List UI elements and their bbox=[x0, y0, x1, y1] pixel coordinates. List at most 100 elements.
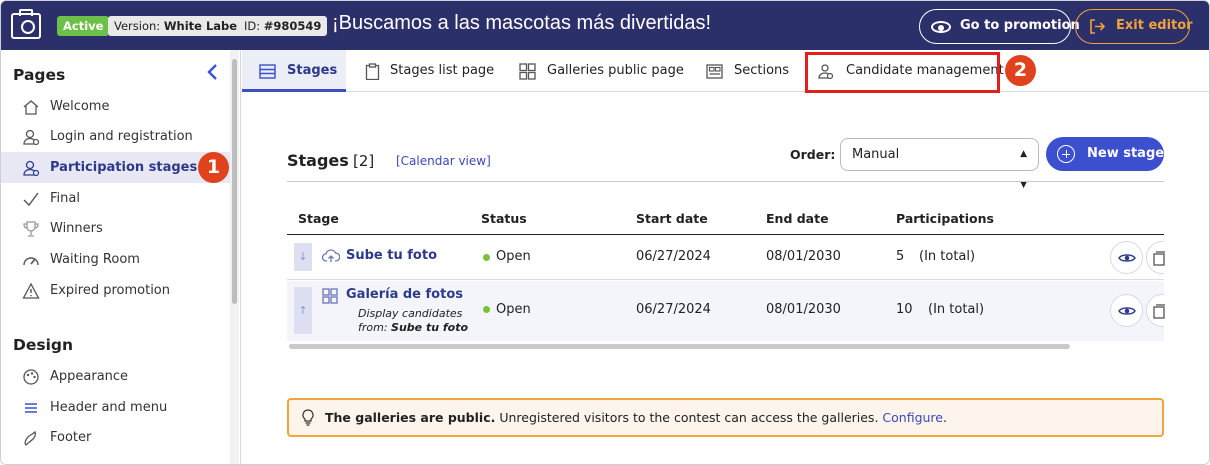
table-horizontal-scrollbar[interactable] bbox=[289, 344, 1070, 349]
status-text: Open bbox=[496, 302, 531, 317]
galleries-public-alert: The galleries are public. Unregistered v… bbox=[287, 398, 1164, 437]
sidebar-item-label: Winners bbox=[50, 221, 103, 236]
id-badge: ID: #980549 bbox=[238, 16, 328, 36]
go-to-promotion-label: Go to promotion bbox=[960, 18, 1080, 33]
participations-note: (In total) bbox=[928, 302, 985, 317]
status-dot bbox=[483, 254, 490, 261]
id-value: #980549 bbox=[263, 19, 322, 33]
tab-stages-list-page[interactable]: Stages list page bbox=[362, 50, 502, 92]
version-badge: Version: White Label bbox=[108, 16, 248, 36]
new-stage-button[interactable]: New stage bbox=[1046, 137, 1164, 171]
stage-name-link[interactable]: Sube tu foto bbox=[346, 248, 437, 263]
camera-icon[interactable] bbox=[11, 9, 41, 39]
sidebar-item-label: Expired promotion bbox=[50, 283, 170, 298]
sidebar-item-label: Final bbox=[50, 191, 80, 206]
list-icon bbox=[259, 64, 276, 79]
check-icon bbox=[23, 192, 39, 207]
calendar-view-link[interactable]: [Calendar view] bbox=[396, 154, 491, 168]
stage-source: from: Sube tu foto bbox=[358, 321, 468, 334]
duplicate-button[interactable] bbox=[1146, 294, 1165, 327]
tab-label: Galleries public page bbox=[547, 63, 684, 78]
stage-source-prefix: from: bbox=[358, 321, 392, 334]
preview-button[interactable] bbox=[1110, 294, 1143, 327]
copy-icon bbox=[1153, 251, 1165, 266]
end-date: 08/01/2030 bbox=[766, 249, 841, 264]
clipboard-icon bbox=[365, 63, 380, 80]
annotation-marker-1: 1 bbox=[198, 152, 229, 183]
annotation-marker-2: 2 bbox=[1005, 55, 1036, 86]
column-header-start-date: Start date bbox=[636, 211, 708, 226]
select-caret-icon: ▲ ▼ bbox=[1020, 149, 1027, 190]
tab-sections[interactable]: Sections bbox=[705, 50, 805, 92]
sidebar-item-appearance[interactable]: Appearance bbox=[1, 361, 230, 392]
sidebar-item-header-menu[interactable]: Header and menu bbox=[1, 392, 230, 423]
sidebar-item-winners[interactable]: Winners bbox=[1, 213, 230, 244]
sidebar-item-final[interactable]: Final bbox=[1, 183, 230, 214]
exit-editor-button[interactable]: Exit editor bbox=[1075, 9, 1193, 44]
chevron-left-icon[interactable] bbox=[205, 63, 219, 81]
home-icon bbox=[23, 100, 39, 115]
sidebar-scroll-thumb[interactable] bbox=[232, 59, 237, 304]
stage-source-value: Sube tu foto bbox=[391, 321, 469, 334]
order-value: Manual bbox=[852, 147, 900, 162]
start-date: 06/27/2024 bbox=[636, 302, 711, 317]
column-header-participations: Participations bbox=[896, 211, 994, 226]
exit-editor-label: Exit editor bbox=[1116, 18, 1193, 33]
lightbulb-icon bbox=[302, 409, 314, 426]
preview-button[interactable] bbox=[1110, 241, 1143, 274]
sidebar-item-waiting-room[interactable]: Waiting Room bbox=[1, 244, 230, 275]
divider bbox=[287, 181, 1164, 182]
gallery-icon bbox=[322, 288, 338, 304]
table-row[interactable]: ↓ Sube tu foto Open 06/27/2024 08/01/203… bbox=[287, 235, 1165, 280]
tab-stages[interactable]: Stages bbox=[242, 50, 346, 92]
editor-window: Active Version: White Label ID: #980549 … bbox=[0, 0, 1210, 465]
table-row[interactable]: ↑ Galería de fotos Display candidates fr… bbox=[287, 281, 1165, 341]
status-text: Open bbox=[496, 249, 531, 264]
highlight-box bbox=[805, 52, 1000, 93]
sidebar-item-label: Appearance bbox=[50, 369, 129, 384]
sidebar-item-label: Footer bbox=[50, 430, 92, 445]
version-prefix: Version: bbox=[114, 19, 164, 33]
version-value: White Label bbox=[163, 19, 242, 33]
grid-icon bbox=[519, 63, 536, 80]
exit-icon bbox=[1090, 19, 1105, 34]
configure-link[interactable]: Configure bbox=[882, 410, 943, 425]
sidebar-item-footer[interactable]: Footer bbox=[1, 422, 230, 453]
stages-count: [2] bbox=[353, 152, 375, 170]
sidebar-item-label: Participation stages bbox=[50, 160, 198, 175]
duplicate-button[interactable] bbox=[1146, 241, 1165, 274]
stage-name-link[interactable]: Galería de fotos bbox=[346, 287, 463, 302]
design-heading: Design bbox=[13, 336, 74, 354]
participations-note: (In total) bbox=[919, 249, 976, 264]
top-bar: Active Version: White Label ID: #980549 … bbox=[1, 1, 1209, 50]
new-stage-label: New stage bbox=[1087, 146, 1165, 161]
promotion-title: ¡Buscamos a las mascotas más divertidas! bbox=[332, 12, 712, 34]
sidebar-item-login[interactable]: Login and registration bbox=[1, 121, 230, 152]
tab-label: Stages list page bbox=[390, 63, 495, 78]
tab-galleries-public-page[interactable]: Galleries public page bbox=[518, 50, 684, 92]
alert-text: Unregistered visitors to the contest can… bbox=[495, 410, 883, 425]
page-title: Stages bbox=[287, 151, 349, 170]
sidebar-item-label: Welcome bbox=[50, 99, 110, 114]
end-date: 08/01/2030 bbox=[766, 302, 841, 317]
plus-icon bbox=[1057, 145, 1075, 163]
column-header-end-date: End date bbox=[766, 211, 829, 226]
palette-icon bbox=[23, 369, 39, 385]
move-down-handle[interactable]: ↓ bbox=[294, 243, 312, 271]
sidebar-item-participation-stages[interactable]: Participation stages bbox=[1, 152, 230, 183]
order-select[interactable]: Manual ▲ ▼ bbox=[840, 138, 1039, 190]
go-to-promotion-button[interactable]: Go to promotion bbox=[919, 9, 1080, 44]
sidebar-item-label: Waiting Room bbox=[50, 252, 140, 267]
status-dot bbox=[483, 306, 490, 313]
sidebar-item-expired-promotion[interactable]: Expired promotion bbox=[1, 275, 230, 306]
tab-label: Stages bbox=[287, 63, 338, 78]
move-up-handle[interactable]: ↑ bbox=[294, 287, 312, 334]
pages-heading: Pages bbox=[13, 66, 66, 84]
footprint-icon bbox=[24, 430, 37, 446]
sidebar-item-welcome[interactable]: Welcome bbox=[1, 91, 230, 122]
sidebar-item-label: Header and menu bbox=[50, 400, 168, 415]
warning-icon bbox=[22, 282, 40, 299]
sidebar-item-label: Login and registration bbox=[50, 129, 193, 144]
eye-icon bbox=[1118, 254, 1136, 262]
layout-icon bbox=[706, 64, 723, 79]
